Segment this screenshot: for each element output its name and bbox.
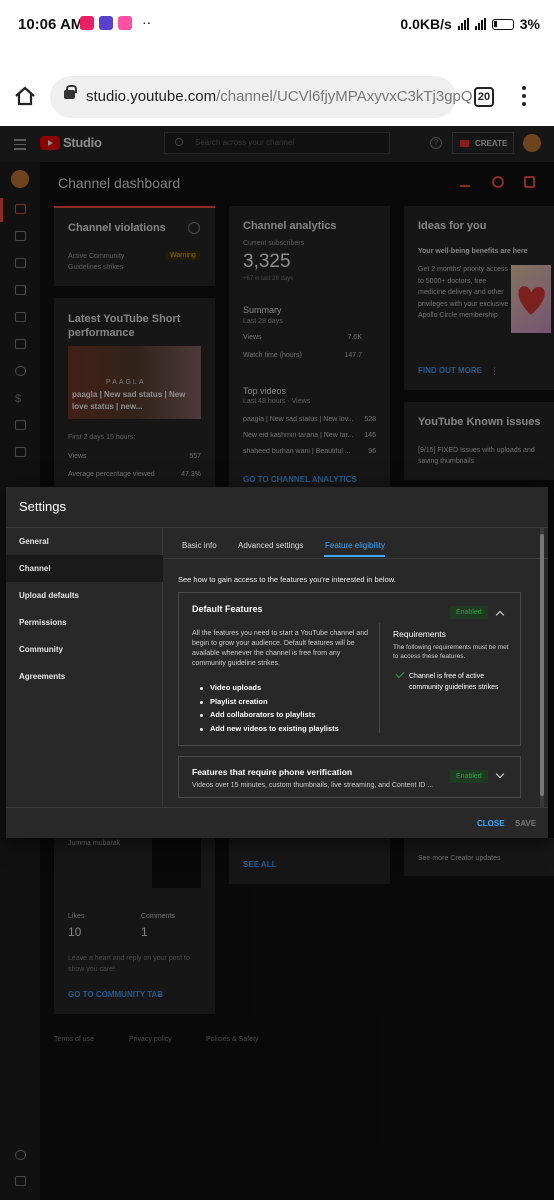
feature-item: Video uploads [200,683,339,697]
requirements-description: The following requirements must be met t… [393,644,509,660]
status-time: 10:06 AM [18,16,84,33]
settings-nav: General Channel Upload defaults Permissi… [6,528,163,807]
url-text[interactable]: studio.youtube.com/channel/UCVl6fjyMPAxy… [86,88,473,105]
settings-nav-community[interactable]: Community [6,636,163,663]
settings-nav-permissions[interactable]: Permissions [6,609,163,636]
panel-title: Default Features [192,604,263,614]
tab-basic-info[interactable]: Basic info [182,541,217,550]
feature-item: Add new videos to existing playlists [200,724,339,738]
address-bar[interactable]: studio.youtube.com/channel/UCVl6fjyMPAxy… [50,76,473,118]
status-bar: 10:06 AM ·· 0.0KB/s 3% [0,0,554,52]
settings-nav-upload-defaults[interactable]: Upload defaults [6,582,163,609]
signal-icon [474,18,486,30]
home-icon[interactable] [14,86,36,106]
network-speed: 0.0KB/s [400,16,452,32]
active-tab-indicator [324,555,385,557]
requirements-title: Requirements [393,629,446,639]
requirement-item: Channel is free of active community guid… [409,673,499,691]
check-icon [395,668,405,679]
settings-nav-general[interactable]: General [6,528,163,555]
divider [6,807,548,808]
panel-title: Features that require phone verification [192,767,353,777]
tab-feature-eligibility[interactable]: Feature eligibility [325,541,385,550]
chevron-up-icon[interactable] [495,610,505,620]
scrollbar[interactable] [540,528,544,807]
notification-icon [118,16,132,30]
phone-features-description: Videos over 15 minutes, custom thumbnail… [192,782,434,789]
dialog-title: Settings [19,499,66,514]
settings-nav-agreements[interactable]: Agreements [6,663,163,690]
more-notifications-icon: ·· [142,14,152,30]
notification-icon [99,16,113,30]
divider [379,623,380,733]
feature-list: Video uploads Playlist creation Add coll… [200,683,339,738]
feature-intro-text: See how to gain access to the features y… [178,575,396,584]
battery-percent: 3% [519,16,540,32]
browser-menu-icon[interactable] [520,86,528,108]
tab-advanced-settings[interactable]: Advanced settings [238,541,303,550]
battery-icon [491,18,514,30]
divider [164,558,548,559]
settings-dialog: Settings General Channel Upload defaults… [6,487,548,838]
phone-verification-panel[interactable]: Features that require phone verification… [178,756,521,798]
default-features-description: All the features you need to start a You… [192,630,369,667]
signal-icon [457,18,469,30]
lock-icon [64,85,77,99]
default-features-panel: Default Features Enabled All the feature… [178,592,521,746]
notification-icon [80,16,94,30]
tab-switcher-button[interactable]: 20 [474,87,494,107]
save-button[interactable]: SAVE [515,819,536,828]
enabled-badge: Enabled [450,606,488,619]
chevron-down-icon[interactable] [495,769,505,779]
enabled-badge: Enabled [450,770,488,783]
feature-item: Add collaborators to playlists [200,710,339,724]
settings-nav-channel[interactable]: Channel [6,555,163,582]
feature-item: Playlist creation [200,697,339,711]
close-button[interactable]: CLOSE [477,819,505,828]
